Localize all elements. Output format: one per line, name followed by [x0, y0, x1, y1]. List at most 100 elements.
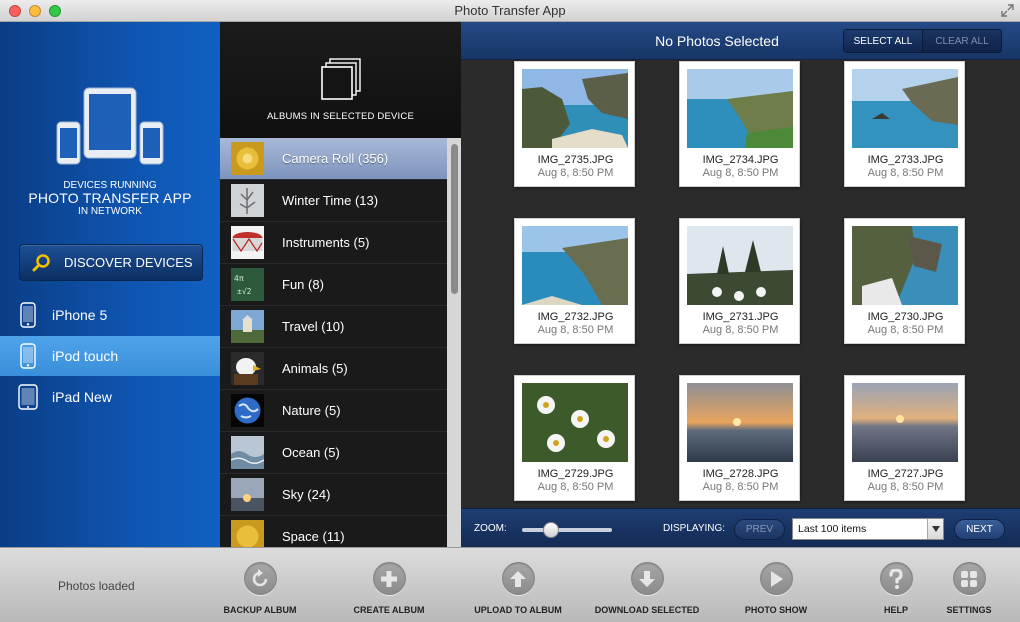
play-icon	[759, 562, 793, 595]
photo-name: IMG_2730.JPG	[867, 311, 944, 323]
create-album-button[interactable]: CREATE ALBUM	[344, 562, 434, 615]
album-item-space[interactable]: Space (11)	[220, 516, 447, 547]
photo-card[interactable]: IMG_2734.JPG Aug 8, 8:50 PM	[679, 61, 800, 187]
device-item-ipod-touch[interactable]: iPod touch	[0, 336, 220, 376]
photo-name: IMG_2731.JPG	[702, 311, 779, 323]
help-button[interactable]: HELP	[866, 562, 926, 615]
album-thumbnail	[231, 226, 264, 259]
album-thumbnail	[231, 352, 264, 385]
album-item-instruments[interactable]: Instruments (5)	[220, 222, 447, 264]
photo-card[interactable]: IMG_2730.JPG Aug 8, 8:50 PM	[844, 218, 965, 344]
toolbar-button-label: DOWNLOAD SELECTED	[594, 605, 700, 615]
svg-text:±√2: ±√2	[237, 287, 252, 296]
albums-header: ALBUMS IN SELECTED DEVICE	[220, 22, 461, 138]
albums-header-label: ALBUMS IN SELECTED DEVICE	[266, 111, 414, 122]
album-item-sky[interactable]: Sky (24)	[220, 474, 447, 516]
zoom-label: ZOOM:	[474, 523, 507, 534]
upload-to-album-button[interactable]: UPLOAD TO ALBUM	[468, 562, 568, 615]
album-thumbnail: 4π±√2	[231, 268, 264, 301]
photo-card[interactable]: IMG_2732.JPG Aug 8, 8:50 PM	[514, 218, 635, 344]
photo-card[interactable]: IMG_2733.JPG Aug 8, 8:50 PM	[844, 61, 965, 187]
ipod-icon	[14, 343, 42, 369]
photo-name: IMG_2727.JPG	[867, 468, 944, 480]
album-label: Travel (10)	[282, 319, 345, 334]
help-icon	[879, 562, 913, 595]
toolbar-button-label: BACKUP ALBUM	[223, 605, 297, 615]
photo-name: IMG_2732.JPG	[537, 311, 614, 323]
title-bar: Photo Transfer App	[0, 0, 1020, 22]
discover-devices-button[interactable]: DISCOVER DEVICES	[19, 244, 203, 281]
selection-buttons: SELECT ALL CLEAR ALL	[843, 29, 1002, 53]
album-label: Nature (5)	[282, 403, 341, 418]
download-icon	[630, 562, 664, 595]
photos-footer: ZOOM: DISPLAYING: PREV Last 100 items NE…	[461, 508, 1020, 547]
chevron-down-icon[interactable]	[927, 519, 943, 539]
album-item-winter-time[interactable]: Winter Time (13)	[220, 180, 447, 222]
album-item-fun[interactable]: 4π ±√2 Fun (8)	[220, 264, 447, 306]
photo-card[interactable]: IMG_2729.JPG Aug 8, 8:50 PM	[514, 375, 635, 501]
next-button[interactable]: NEXT	[954, 519, 1005, 540]
backup-icon	[243, 562, 277, 595]
photo-name: IMG_2735.JPG	[537, 154, 614, 166]
photo-card[interactable]: IMG_2731.JPG Aug 8, 8:50 PM	[679, 218, 800, 344]
device-item-iphone-5[interactable]: iPhone 5	[0, 295, 220, 335]
album-label: Ocean (5)	[282, 445, 340, 460]
scrollbar-thumb[interactable]	[451, 144, 458, 294]
photo-card[interactable]: IMG_2727.JPG Aug 8, 8:50 PM	[844, 375, 965, 501]
devices-caption: DEVICES RUNNING PHOTO TRANSFER APP IN NE…	[0, 180, 220, 217]
album-item-nature[interactable]: Nature (5)	[220, 390, 447, 432]
photos-panel: No Photos Selected SELECT ALL CLEAR ALL …	[461, 22, 1020, 547]
upload-icon	[501, 562, 535, 595]
album-list-scrollbar[interactable]	[447, 138, 461, 547]
photo-date: Aug 8, 8:50 PM	[867, 481, 944, 493]
album-label: Fun (8)	[282, 277, 324, 292]
album-thumbnail	[231, 394, 264, 427]
toolbar-button-label: SETTINGS	[946, 605, 992, 615]
toolbar-button-label: HELP	[883, 605, 908, 615]
album-item-travel[interactable]: Travel (10)	[220, 306, 447, 348]
photo-show-button[interactable]: PHOTO SHOW	[731, 562, 821, 615]
photo-thumbnail	[522, 383, 628, 462]
status-text: Photos loaded	[58, 579, 135, 593]
select-all-button[interactable]: SELECT ALL	[844, 30, 923, 52]
album-label: Winter Time (13)	[282, 193, 379, 208]
photo-date: Aug 8, 8:50 PM	[702, 481, 779, 493]
fullscreen-icon[interactable]	[1001, 4, 1014, 17]
zoom-slider[interactable]	[522, 522, 612, 538]
discover-devices-label: DISCOVER DEVICES	[64, 255, 193, 270]
album-thumbnail	[231, 436, 264, 469]
prev-button[interactable]: PREV	[734, 519, 785, 540]
settings-icon	[952, 562, 986, 595]
clear-all-button[interactable]: CLEAR ALL	[923, 30, 1001, 52]
download-selected-button[interactable]: DOWNLOAD SELECTED	[590, 562, 704, 615]
display-range-select[interactable]: Last 100 items	[792, 518, 944, 540]
photo-card[interactable]: IMG_2728.JPG Aug 8, 8:50 PM	[679, 375, 800, 501]
albums-panel: ALBUMS IN SELECTED DEVICE Camera Roll (3…	[220, 22, 461, 547]
photos-header: No Photos Selected SELECT ALL CLEAR ALL	[461, 22, 1020, 60]
album-list[interactable]: Camera Roll (356) Winter Time (13) Instr…	[220, 138, 447, 547]
device-item-ipad-new[interactable]: iPad New	[0, 377, 220, 417]
album-item-animals[interactable]: Animals (5)	[220, 348, 447, 390]
photo-thumbnail	[852, 226, 958, 305]
photo-thumbnail	[522, 226, 628, 305]
zoom-slider-knob[interactable]	[543, 522, 559, 538]
backup-album-button[interactable]: BACKUP ALBUM	[215, 562, 305, 615]
album-thumbnail	[231, 142, 264, 175]
toolbar-button-label: PHOTO SHOW	[744, 605, 808, 615]
album-item-ocean[interactable]: Ocean (5)	[220, 432, 447, 474]
photo-name: IMG_2733.JPG	[867, 154, 944, 166]
album-label: Instruments (5)	[282, 235, 370, 250]
device-item-label: iPad New	[52, 389, 112, 405]
album-thumbnail	[231, 478, 264, 511]
album-label: Camera Roll (356)	[282, 151, 389, 166]
ipad-icon	[14, 384, 42, 410]
photo-date: Aug 8, 8:50 PM	[867, 324, 944, 336]
toolbar-button-label: UPLOAD TO ALBUM	[474, 605, 562, 615]
settings-button[interactable]: SETTINGS	[939, 562, 999, 615]
device-item-label: iPhone 5	[52, 307, 108, 323]
displaying-label: DISPLAYING:	[663, 523, 726, 534]
photo-card[interactable]: IMG_2735.JPG Aug 8, 8:50 PM	[514, 61, 635, 187]
bottom-toolbar: Photos loaded BACKUP ALBUM CREATE ALBUM …	[0, 547, 1020, 622]
album-item-camera-roll[interactable]: Camera Roll (356)	[220, 138, 447, 180]
svg-text:4π: 4π	[234, 274, 244, 283]
